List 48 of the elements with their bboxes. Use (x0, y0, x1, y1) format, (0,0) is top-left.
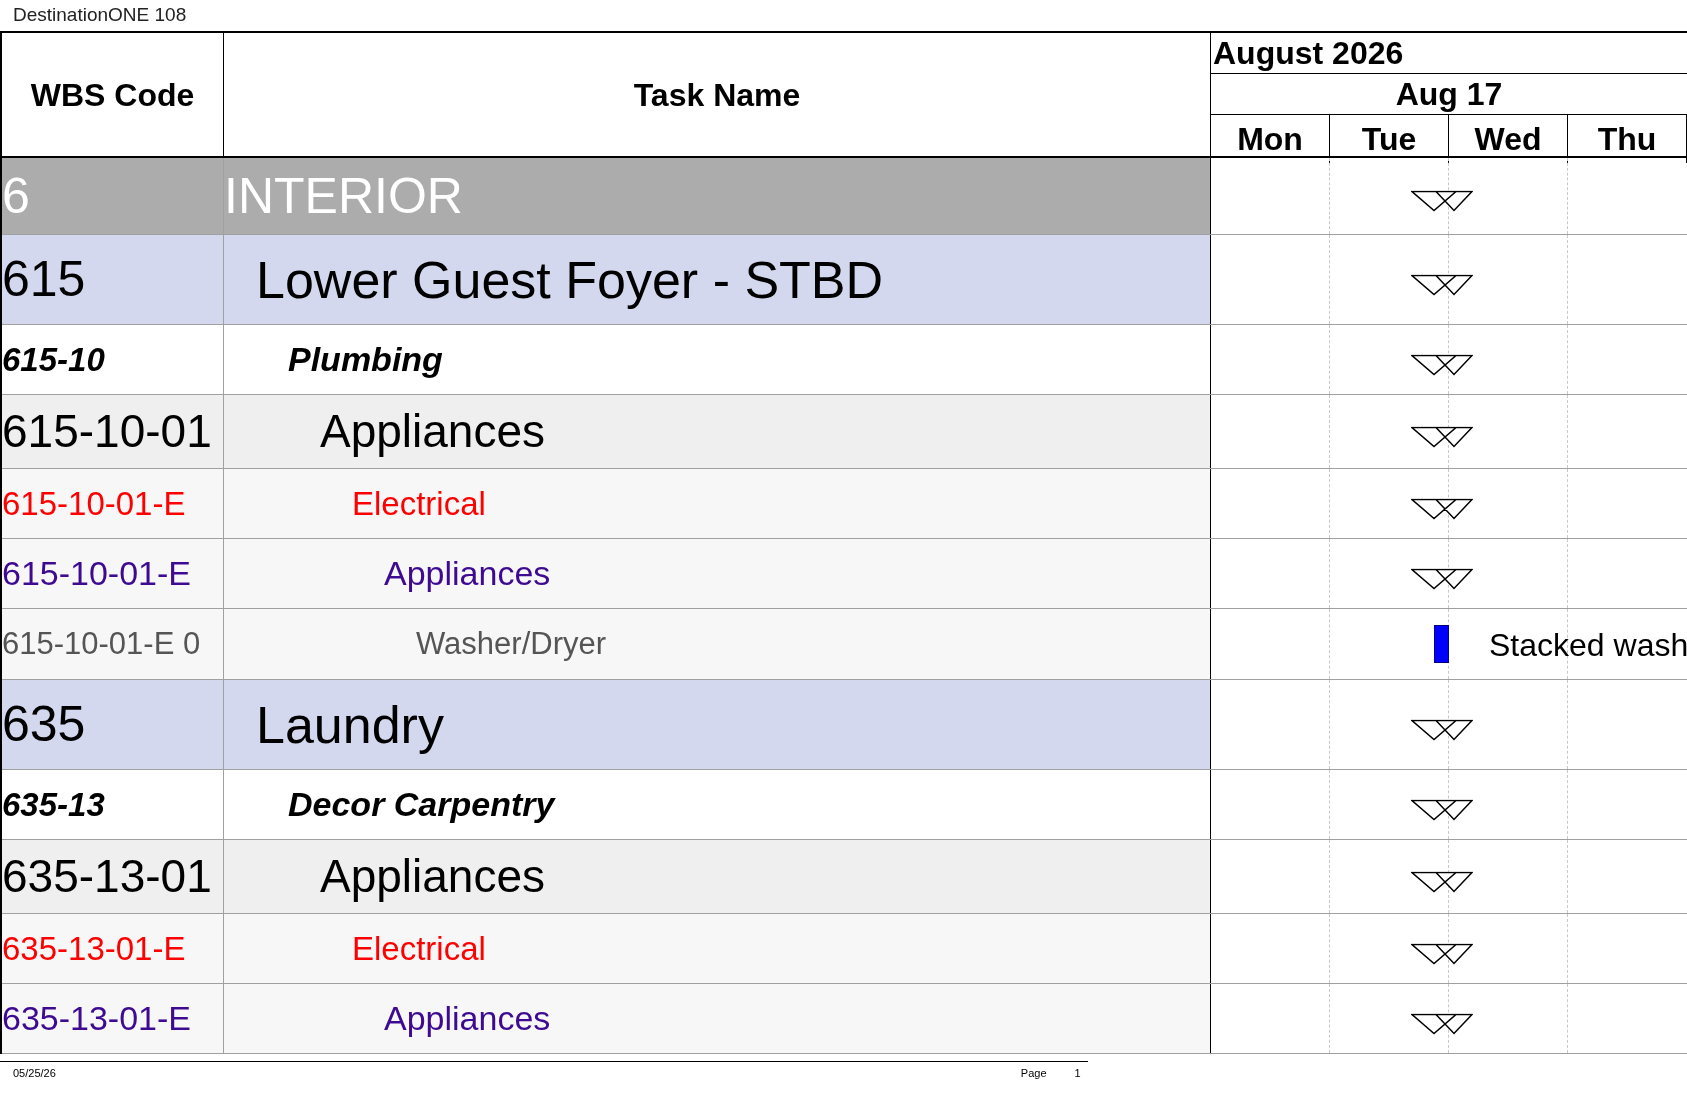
milestone-icon (1411, 274, 1473, 296)
milestone-icon (1411, 190, 1473, 213)
wbs-cell: 635-13-01-E (2, 914, 224, 983)
milestone-icon (1411, 799, 1473, 821)
task-name: Lower Guest Foyer - STBD (256, 249, 884, 311)
task-name: Washer/Dryer (416, 624, 607, 663)
task-name: Electrical (352, 928, 486, 969)
bar-label: Stacked wash (1489, 626, 1687, 665)
wbs-cell: 615-10-01-E (2, 469, 224, 538)
day-header: Tue (1330, 115, 1449, 163)
task-name: Plumbing (288, 339, 443, 380)
task-name: Laundry (256, 694, 444, 756)
day-header: Thu (1568, 115, 1687, 163)
column-header: WBS Code (2, 33, 224, 156)
wbs-cell: 615-10-01 (2, 395, 224, 468)
wbs-cell: 635-13 (2, 770, 224, 839)
milestone-icon (1411, 354, 1473, 376)
print-date: 05/25/26 (12, 1066, 56, 1082)
wbs-cell: 615-10-01-E (2, 539, 224, 608)
column-header: Task Name (224, 33, 1211, 156)
wbs-cell: 615 (2, 235, 224, 324)
task-bar (1434, 625, 1449, 663)
wbs-cell: 6 (2, 158, 224, 234)
milestone-icon (1411, 426, 1473, 448)
wbs-cell: 635-13-01 (2, 840, 224, 913)
milestone-icon (1411, 719, 1473, 741)
task-name: Appliances (384, 998, 551, 1039)
milestone-icon (1411, 498, 1473, 520)
wbs-cell: 635 (2, 680, 224, 769)
task-name: Appliances (320, 849, 546, 904)
milestone-icon (1411, 871, 1473, 893)
report-title: DestinationONE 108 (13, 3, 187, 28)
page-label: Page (1020, 1066, 1047, 1082)
day-header: Wed (1449, 115, 1568, 163)
wbs-cell: 635-13-01-E (2, 984, 224, 1053)
task-name: Electrical (352, 483, 486, 524)
month-header: August 2026 (1212, 34, 1404, 73)
wbs-cell: 615-10-01-E 0 (2, 609, 224, 679)
milestone-icon (1411, 568, 1473, 590)
week-header: Aug 17 (1395, 75, 1503, 114)
task-name: Appliances (384, 553, 551, 594)
milestone-icon (1411, 1013, 1473, 1035)
milestone-icon (1411, 943, 1473, 965)
page-number: 1 (1074, 1066, 1081, 1082)
wbs-cell: 615-10 (2, 325, 224, 394)
task-name: INTERIOR (224, 166, 463, 226)
task-name: Decor Carpentry (288, 784, 555, 825)
task-name: Appliances (320, 404, 546, 459)
